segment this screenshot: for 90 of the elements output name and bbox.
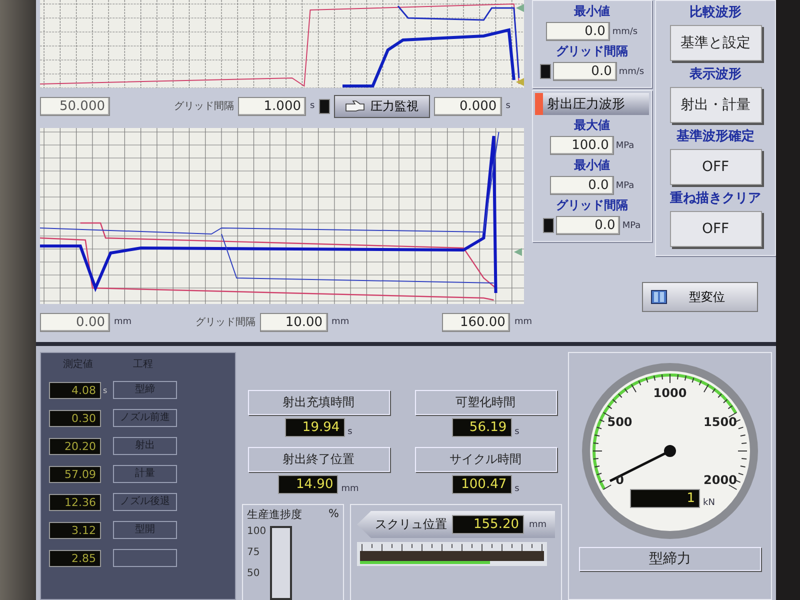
indicator-square-icon — [540, 64, 551, 79]
waveform-button[interactable]: 射出・計量 — [670, 87, 762, 123]
time-end-field[interactable]: 0.000 — [434, 96, 502, 116]
unit-label: kN — [703, 498, 715, 508]
indicator-square-icon — [318, 98, 330, 114]
unit-label: mm — [529, 520, 547, 530]
pressure-monitor-button[interactable]: 圧力監視 — [334, 94, 430, 118]
split-panel-icon — [651, 290, 667, 304]
process-step-label: ノズル後退 — [113, 493, 177, 511]
control-label: 基準波形確定 — [676, 128, 754, 145]
scale-label: 50 — [247, 568, 261, 579]
clamp-force-display: 1 — [630, 489, 700, 508]
position-start-field[interactable]: 0.00 — [40, 312, 110, 332]
measured-value-display: 57.09 — [49, 466, 101, 482]
unit-label: s — [514, 484, 520, 494]
pointing-hand-icon — [344, 100, 365, 112]
pressure-waveform-title: 射出圧力波形 — [543, 93, 649, 115]
mold-displacement-button[interactable]: 型変位 — [642, 282, 758, 312]
unit-label: s — [506, 101, 510, 111]
waveform-button[interactable]: OFF — [670, 211, 762, 247]
unit-label: mm/s — [618, 66, 644, 76]
measured-value-display: 2.85 — [49, 550, 101, 566]
grid-interval-field[interactable]: 0.0 — [556, 216, 620, 235]
measured-value-display: 4.08 — [49, 382, 101, 398]
control-label: 比較波形 — [690, 4, 742, 21]
position-grid-field[interactable]: 10.00 — [260, 312, 328, 332]
clamp-force-label: 型締力 — [579, 547, 761, 571]
time-label: 射出充填時間 — [248, 390, 390, 415]
grid-interval-label: グリッド間隔 — [556, 197, 628, 214]
percent-unit-label: % — [328, 507, 339, 522]
time-start-field[interactable]: 50.000 — [40, 96, 110, 116]
gauge-scale-label: 2000 — [704, 473, 737, 487]
measured-value-display: 0.30 — [49, 410, 101, 426]
waveform-button[interactable]: OFF — [670, 149, 762, 185]
gauge-scale-label: 0 — [616, 473, 624, 487]
unit-label: s — [103, 386, 108, 394]
time-label: 可塑化時間 — [414, 390, 556, 415]
process-step-label: 型開 — [113, 521, 177, 539]
unit-label: mm — [114, 317, 132, 327]
unit-label: MPa — [622, 220, 641, 230]
time-label: サイクル時間 — [414, 447, 556, 472]
min-value-label: 最小値 — [574, 3, 610, 20]
unit-label: MPa — [616, 180, 634, 190]
unit-label: s — [310, 101, 315, 111]
min-value-field[interactable]: 0.0 — [546, 22, 610, 41]
min-value-label: 最小値 — [574, 157, 610, 174]
measured-value-display: 3.12 — [49, 522, 101, 538]
waveform-marker-icon — [535, 93, 543, 115]
indicator-square-icon — [543, 218, 554, 233]
value-display: 56.19 — [452, 418, 512, 437]
process-step-label — [113, 549, 177, 567]
grid-interval-field[interactable]: 0.0 — [552, 62, 617, 81]
progress-title: 生産進捗度 — [247, 507, 302, 522]
unit-label: mm/s — [612, 26, 638, 36]
measured-value-display: 20.20 — [49, 438, 101, 454]
min-value-field[interactable]: 0.0 — [550, 176, 614, 195]
value-display: 14.90 — [278, 475, 338, 494]
value-display: 19.94 — [284, 418, 345, 437]
screw-position-display: 155.20 — [452, 515, 524, 534]
unit-label: MPa — [616, 140, 634, 150]
column-header: 測定値 — [63, 358, 93, 371]
scale-label: 100 — [247, 526, 266, 537]
time-grid-field[interactable]: 1.000 — [238, 96, 306, 116]
time-label: 射出終了位置 — [248, 447, 390, 472]
position-end-field[interactable]: 160.00 — [442, 312, 510, 332]
unit-label: mm — [514, 317, 532, 327]
grid-interval-label: グリッド間隔 — [174, 100, 234, 113]
value-display: 100.47 — [452, 475, 512, 494]
unit-label: mm — [341, 484, 359, 494]
grid-interval-label: グリッド間隔 — [196, 316, 256, 329]
max-value-label: 最大値 — [574, 117, 610, 134]
control-label: 表示波形 — [690, 66, 742, 83]
gauge-scale-label: 1500 — [704, 415, 737, 429]
unit-label: mm — [332, 317, 350, 327]
waveform-button[interactable]: 基準と設定 — [670, 25, 762, 61]
unit-label: s — [514, 427, 520, 437]
max-value-field[interactable]: 100.0 — [550, 136, 614, 155]
gauge-scale-label: 500 — [607, 415, 632, 429]
unit-label: s — [348, 427, 352, 437]
grid-interval-label: グリッド間隔 — [556, 43, 628, 60]
measured-value-display: 12.36 — [49, 494, 101, 510]
gauge-scale-label: 1000 — [653, 386, 687, 400]
process-step-label: 計量 — [113, 465, 177, 483]
process-step-label: 型締 — [113, 381, 177, 399]
control-label: 重ね描きクリア — [670, 190, 761, 207]
scale-label: 75 — [247, 547, 261, 558]
screw-position-label: スクリュ位置 — [375, 516, 447, 533]
column-header: 工程 — [133, 358, 153, 371]
process-step-label: 射出 — [113, 437, 177, 455]
process-step-label: ノズル前進 — [113, 409, 177, 427]
